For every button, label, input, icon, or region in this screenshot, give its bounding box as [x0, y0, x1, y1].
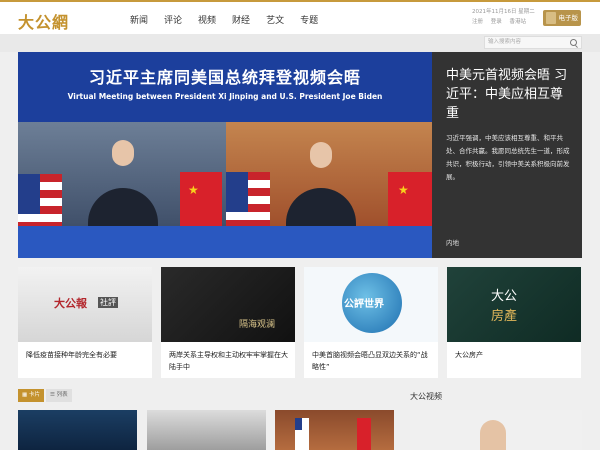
- card-thumbnail[interactable]: 大公報 社評: [18, 267, 152, 342]
- main-nav: 新闻 评论 视频 财经 艺文 专题: [130, 13, 318, 26]
- news-card[interactable]: 隔海观澜 两岸关系主导权和主动权牢牢掌握在大陆手中: [161, 267, 295, 378]
- bottom-thumbnail[interactable]: [410, 410, 582, 450]
- nav-finance[interactable]: 财经: [232, 13, 250, 26]
- card-caption[interactable]: 降低疫苗接种年龄完全有必要: [26, 349, 148, 361]
- card-logo: 大公報: [54, 297, 87, 310]
- top-right-info: 2021年11月16日 星期二 注册 登录 香港站: [472, 7, 535, 27]
- person-thumbnail: [480, 420, 506, 450]
- headline-title[interactable]: 中美元首视频会晤 习近平：中美应相互尊重: [446, 66, 572, 123]
- svg-text:★: ★: [188, 183, 199, 197]
- search-icon[interactable]: [570, 39, 577, 46]
- top-header: 大公網 新闻 评论 视频 财经 艺文 专题 2021年11月16日 星期二 注册…: [0, 0, 600, 34]
- card-thumbnail[interactable]: 隔海观澜: [161, 267, 295, 342]
- list-icon: ☰: [49, 392, 57, 398]
- site-logo[interactable]: 大公網: [18, 9, 69, 33]
- epaper-label: 电子版: [558, 14, 579, 22]
- nav-culture[interactable]: 艺文: [266, 13, 284, 26]
- search-input[interactable]: 输入搜索内容: [484, 36, 582, 49]
- card-caption[interactable]: 大公房产: [455, 349, 577, 361]
- headline-summary: 习近平强调，中美应该相互尊重、和平共处、合作共赢。我愿同总统先生一道，形成共识，…: [446, 134, 570, 181]
- nav-video[interactable]: 视频: [198, 13, 216, 26]
- nav-news[interactable]: 新闻: [130, 13, 148, 26]
- flags-icon: [295, 418, 371, 450]
- nav-comment[interactable]: 评论: [164, 13, 182, 26]
- card-logo-sub: 社評: [98, 297, 118, 308]
- hero-title-cn: 习近平主席同美国总统拜登视频会晤: [88, 68, 361, 87]
- search-placeholder: 输入搜索内容: [488, 39, 522, 45]
- news-card[interactable]: 大公 房產 大公房产: [447, 267, 581, 378]
- login-link[interactable]: 登录: [491, 19, 502, 25]
- hero-image[interactable]: 习近平主席同美国总统拜登视频会晤 Virtual Meeting between…: [18, 52, 432, 258]
- person-left-head: [112, 140, 134, 166]
- card-logo: 隔海观澜: [239, 320, 276, 330]
- epaper-icon: [546, 12, 556, 24]
- svg-text:★: ★: [398, 183, 409, 197]
- hongkong-site-link[interactable]: 香港站: [510, 19, 527, 25]
- person-right-head: [310, 142, 332, 168]
- headline-tag[interactable]: 内地: [446, 237, 459, 247]
- epaper-button[interactable]: 电子版: [543, 10, 581, 26]
- headline-panel[interactable]: 中美元首视频会晤 习近平：中美应相互尊重 习近平强调，中美应该相互尊重、和平共处…: [432, 52, 582, 258]
- tab-card-label: 卡片: [28, 392, 40, 398]
- card-caption[interactable]: 两岸关系主导权和主动权牢牢掌握在大陆手中: [169, 349, 291, 373]
- news-card[interactable]: 大公報 社評 降低疫苗接种年龄完全有必要: [18, 267, 152, 378]
- card-thumbnail[interactable]: 大公 房產: [447, 267, 581, 342]
- date-text: 2021年11月16日 星期二: [472, 9, 535, 15]
- card-thumbnail[interactable]: 公評世界: [304, 267, 438, 342]
- bottom-thumbnail[interactable]: [275, 410, 394, 450]
- tab-list-label: 列表: [56, 392, 68, 398]
- bottom-thumbnail[interactable]: [147, 410, 266, 450]
- video-section-title[interactable]: 大公视频: [410, 391, 442, 402]
- hero-desk: [18, 226, 432, 258]
- card-logo: 公評世界: [344, 299, 384, 310]
- account-links: 注册 登录 香港站: [472, 17, 535, 27]
- bottom-thumbnail[interactable]: [18, 410, 137, 450]
- card-logo: 大公: [491, 289, 518, 304]
- view-tabs: ▦ 卡片 ☰ 列表: [18, 389, 74, 402]
- register-link[interactable]: 注册: [472, 19, 483, 25]
- card-logo-sub: 房產: [491, 309, 518, 324]
- hero-title-en: Virtual Meeting between President Xi Jin…: [67, 92, 383, 101]
- tab-card-view[interactable]: ▦ 卡片: [18, 389, 44, 402]
- tab-list-view[interactable]: ☰ 列表: [45, 389, 72, 402]
- card-caption[interactable]: 中美首脑视频会晤凸显双边关系的“战略性”: [312, 349, 434, 373]
- grid-icon: ▦: [22, 392, 29, 398]
- nav-special[interactable]: 专题: [300, 13, 318, 26]
- news-card[interactable]: 公評世界 中美首脑视频会晤凸显双边关系的“战略性”: [304, 267, 438, 378]
